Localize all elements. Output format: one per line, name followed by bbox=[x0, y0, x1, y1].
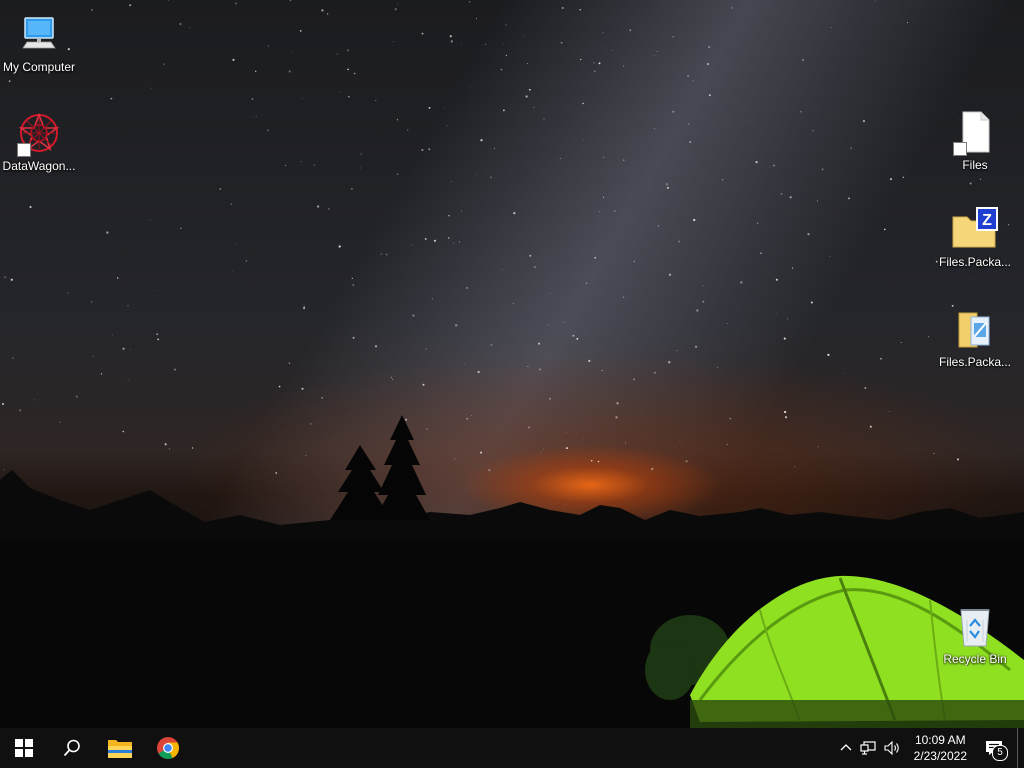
desktop-icon-label: Files.Packa... bbox=[938, 355, 1012, 369]
desktop-icon-files[interactable]: Files bbox=[937, 108, 1013, 172]
landscape-silhouette bbox=[0, 415, 1024, 728]
pine-trees bbox=[330, 415, 430, 520]
volume-button[interactable] bbox=[880, 728, 906, 768]
volume-icon bbox=[884, 741, 899, 755]
shortcut-arrow-icon bbox=[17, 143, 31, 157]
taskbar-chrome[interactable] bbox=[144, 728, 192, 768]
action-center-button[interactable]: 5 bbox=[975, 728, 1013, 768]
system-tray: 10:09 AM 2/23/2022 5 bbox=[836, 728, 1024, 768]
notification-count-badge: 5 bbox=[992, 745, 1008, 761]
file-explorer-icon bbox=[108, 740, 132, 758]
desktop-icon-label: Recycle Bin bbox=[943, 652, 1007, 666]
show-hidden-icons-button[interactable] bbox=[836, 728, 856, 768]
clock-time: 10:09 AM bbox=[914, 733, 966, 747]
desktop-icon-datawagon[interactable]: DataWagon... bbox=[1, 109, 77, 173]
blank-document-icon bbox=[951, 108, 999, 156]
shortcut-arrow-icon bbox=[953, 142, 967, 156]
chrome-icon bbox=[157, 737, 179, 759]
desktop-icon-files-package-zip[interactable]: Z Files.Packa... bbox=[937, 205, 1013, 269]
clock-date: 2/23/2022 bbox=[913, 749, 967, 763]
search-icon bbox=[63, 739, 80, 757]
desktop-icon-label: Files.Packa... bbox=[938, 255, 1012, 269]
datawagon-app-icon bbox=[15, 109, 63, 157]
show-desktop-button[interactable] bbox=[1017, 728, 1024, 768]
start-button[interactable] bbox=[0, 728, 48, 768]
taskbar: 10:09 AM 2/23/2022 5 bbox=[0, 728, 1024, 768]
taskbar-file-explorer[interactable] bbox=[96, 728, 144, 768]
desktop-icon-label: DataWagon... bbox=[2, 159, 76, 173]
recycle-bin-icon bbox=[951, 602, 999, 650]
svg-text:Z: Z bbox=[982, 212, 992, 229]
desktop-icon-label: Files bbox=[962, 158, 988, 172]
taskbar-clock[interactable]: 10:09 AM 2/23/2022 bbox=[906, 728, 975, 768]
windows-start-icon bbox=[15, 739, 33, 757]
desktop-icon-recycle-bin[interactable]: Recycle Bin bbox=[937, 602, 1013, 666]
desktop-background: My Computer DataWagon... Files Z Files.P… bbox=[0, 0, 1024, 728]
computer-icon bbox=[15, 10, 63, 58]
search-button[interactable] bbox=[48, 728, 96, 768]
desktop-icon-my-computer[interactable]: My Computer bbox=[1, 10, 77, 74]
installer-package-icon bbox=[951, 305, 999, 353]
zip-folder-icon: Z bbox=[951, 205, 999, 253]
chevron-up-icon bbox=[840, 744, 852, 751]
network-icon bbox=[860, 741, 876, 755]
desktop-icon-label: My Computer bbox=[2, 60, 76, 74]
network-button[interactable] bbox=[856, 728, 880, 768]
desktop-icon-files-package-installer[interactable]: Files.Packa... bbox=[937, 305, 1013, 369]
